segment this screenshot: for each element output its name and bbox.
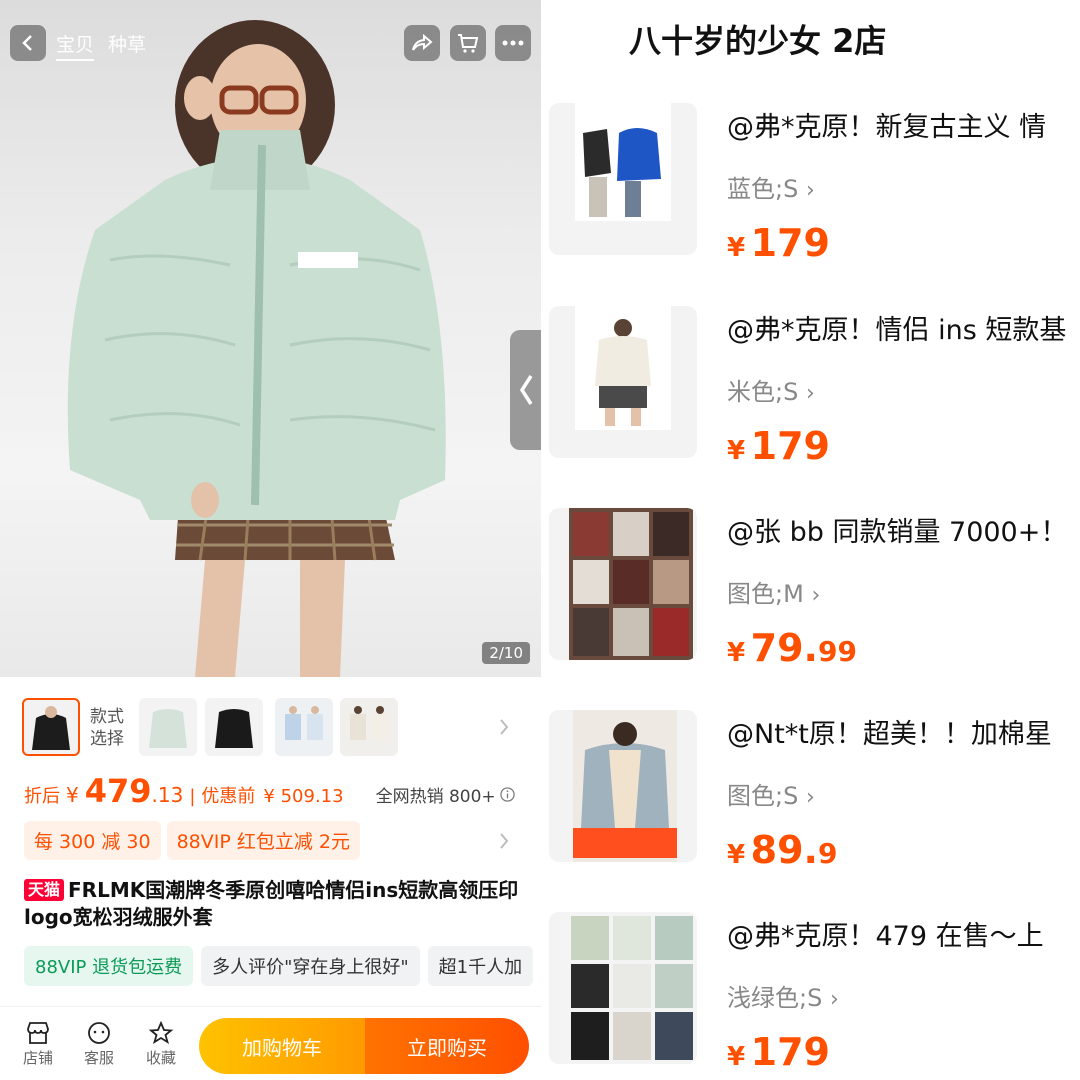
hero-tabs: 宝贝 种草 bbox=[56, 30, 146, 61]
price-row: 折后 ¥ 479 .13 | 优惠前 ¥ 509.13 全网热销 800+ bbox=[24, 772, 515, 810]
cart-button[interactable] bbox=[450, 25, 486, 61]
order-item-title: @Nt*t原！超美！！加棉星 bbox=[727, 719, 1052, 750]
tag-bought[interactable]: 超1千人加 bbox=[427, 946, 534, 986]
chevron-right-icon: › bbox=[829, 987, 839, 1012]
chevron-right-icon: › bbox=[805, 785, 815, 810]
back-button[interactable] bbox=[10, 25, 46, 61]
promo-chevron-icon[interactable] bbox=[498, 832, 510, 850]
price-divider: | bbox=[189, 786, 196, 807]
chevron-right-icon: › bbox=[805, 381, 815, 406]
tag-row: 88VIP 退货包运费 多人评价"穿在身上很好" 超1千人加 bbox=[24, 946, 541, 986]
after-discount-price: 479 bbox=[84, 772, 152, 810]
style-select-label: 款式 选择 bbox=[90, 707, 124, 749]
style-thumb-black[interactable] bbox=[205, 698, 263, 756]
hot-sale-count: 全网热销 800+ bbox=[375, 787, 496, 807]
panel-collapse-handle[interactable] bbox=[510, 330, 541, 450]
product-photo bbox=[67, 20, 446, 677]
tab-baobei[interactable]: 宝贝 bbox=[56, 30, 95, 61]
chevron-right-icon[interactable] bbox=[498, 718, 510, 736]
order-item-image bbox=[549, 710, 697, 862]
chevron-right-icon: › bbox=[811, 583, 821, 608]
star-icon bbox=[148, 1021, 174, 1044]
currency-symbol: ¥ bbox=[66, 783, 79, 807]
more-button[interactable] bbox=[495, 25, 531, 61]
promo-chip-88vip[interactable]: 88VIP 红包立减 2元 bbox=[166, 821, 360, 860]
info-icon[interactable] bbox=[500, 787, 515, 802]
order-item-price: ¥ 89.9 bbox=[727, 828, 838, 872]
before-discount-label: 优惠前 bbox=[201, 786, 256, 807]
style-thumbnail-row: 款式 选择 bbox=[22, 698, 522, 758]
order-item-price: ¥ 179 bbox=[727, 221, 830, 265]
tag-review[interactable]: 多人评价"穿在身上很好" bbox=[201, 946, 420, 986]
product-image-carousel[interactable]: 宝贝 种草 2/10 bbox=[0, 0, 541, 677]
style-thumb-black-selected[interactable] bbox=[22, 698, 80, 756]
image-counter: 2/10 bbox=[482, 642, 530, 664]
order-item-spec[interactable]: 图色;M › bbox=[727, 574, 820, 609]
customer-service-button[interactable]: 客服 bbox=[77, 1021, 121, 1068]
bottom-action-bar: 店铺 客服 收藏 加购物车 立即购买 bbox=[0, 1006, 541, 1080]
product-detail-panel: 宝贝 种草 2/10 款式 选择 折后 ¥ 479 .13 | 优惠前 ¥ 50… bbox=[0, 0, 541, 1080]
order-item[interactable]: @张 bb 同款销量 7000+！ 图色;M › ¥ 79.99 bbox=[541, 508, 1080, 688]
order-item-price: ¥ 79.99 bbox=[727, 626, 857, 670]
product-title-text: FRLMK国潮牌冬季原创嘻哈情侣ins短款高领压印logo宽松羽绒服外套 bbox=[24, 878, 519, 929]
after-discount-label: 折后 bbox=[24, 786, 60, 807]
cart-icon bbox=[458, 34, 479, 53]
tmall-badge: 天猫 bbox=[24, 879, 65, 901]
order-item[interactable]: @弗*克原！新复古主义 情 蓝色;S › ¥ 179 bbox=[541, 103, 1080, 283]
chevron-left-icon bbox=[519, 375, 532, 405]
order-item-spec[interactable]: 浅绿色;S › bbox=[727, 978, 839, 1013]
order-item[interactable]: @弗*克原！情侣 ins 短款基 米色;S › ¥ 179 bbox=[541, 306, 1080, 486]
shop-name: 八十岁的少女 2店 bbox=[629, 22, 887, 60]
order-item-image bbox=[549, 103, 697, 255]
order-item-price: ¥ 179 bbox=[727, 1030, 830, 1074]
tag-vip-return[interactable]: 88VIP 退货包运费 bbox=[24, 946, 194, 986]
order-item-spec[interactable]: 蓝色;S › bbox=[727, 169, 815, 204]
back-icon bbox=[22, 35, 32, 51]
shop-icon bbox=[27, 1022, 49, 1044]
favorite-button[interactable]: 收藏 bbox=[139, 1021, 183, 1068]
order-item-title: @张 bb 同款销量 7000+！ bbox=[727, 517, 1068, 548]
product-title: 天猫 FRLMK国潮牌冬季原创嘻哈情侣ins短款高领压印logo宽松羽绒服外套 bbox=[24, 877, 524, 931]
order-item-image bbox=[549, 508, 697, 660]
order-item-price: ¥ 179 bbox=[727, 424, 830, 468]
promo-chip-discount[interactable]: 每 300 减 30 bbox=[24, 821, 161, 860]
style-thumb-couple-blue[interactable] bbox=[275, 698, 333, 756]
after-discount-decimal: .13 bbox=[151, 783, 184, 807]
shop-order-panel: 八十岁的少女 2店 @弗*克原！新复古主义 情 蓝色;S › ¥ 179 @弗*… bbox=[541, 0, 1080, 1080]
order-item-image bbox=[549, 306, 697, 458]
shop-button[interactable]: 店铺 bbox=[16, 1021, 60, 1068]
style-thumb-green[interactable] bbox=[139, 698, 197, 756]
order-item-spec[interactable]: 米色;S › bbox=[727, 372, 815, 407]
order-item-title: @弗*克原！情侣 ins 短款基 bbox=[727, 315, 1067, 346]
customer-service-icon bbox=[88, 1022, 110, 1044]
share-icon bbox=[412, 33, 433, 51]
order-item[interactable]: @弗*克原！479 在售～上 浅绿色;S › ¥ 179 bbox=[541, 912, 1080, 1080]
more-icon bbox=[502, 40, 524, 46]
buy-now-button[interactable]: 立即购买 bbox=[365, 1018, 529, 1074]
order-item-spec[interactable]: 图色;S › bbox=[727, 776, 815, 811]
order-item-title: @弗*克原！479 在售～上 bbox=[727, 921, 1044, 952]
order-item[interactable]: @Nt*t原！超美！！加棉星 图色;S › ¥ 89.9 bbox=[541, 710, 1080, 890]
tab-zhongcao[interactable]: 种草 bbox=[108, 30, 146, 61]
order-item-image bbox=[549, 912, 697, 1064]
order-item-title: @弗*克原！新复古主义 情 bbox=[727, 112, 1047, 143]
before-discount-price: ¥ 509.13 bbox=[263, 786, 344, 807]
share-button[interactable] bbox=[404, 25, 440, 61]
promo-row[interactable]: 每 300 减 30 88VIP 红包立减 2元 bbox=[24, 821, 360, 860]
style-thumb-couple-cream[interactable] bbox=[340, 698, 398, 756]
chevron-right-icon: › bbox=[805, 178, 815, 203]
add-to-cart-button[interactable]: 加购物车 bbox=[199, 1018, 365, 1074]
